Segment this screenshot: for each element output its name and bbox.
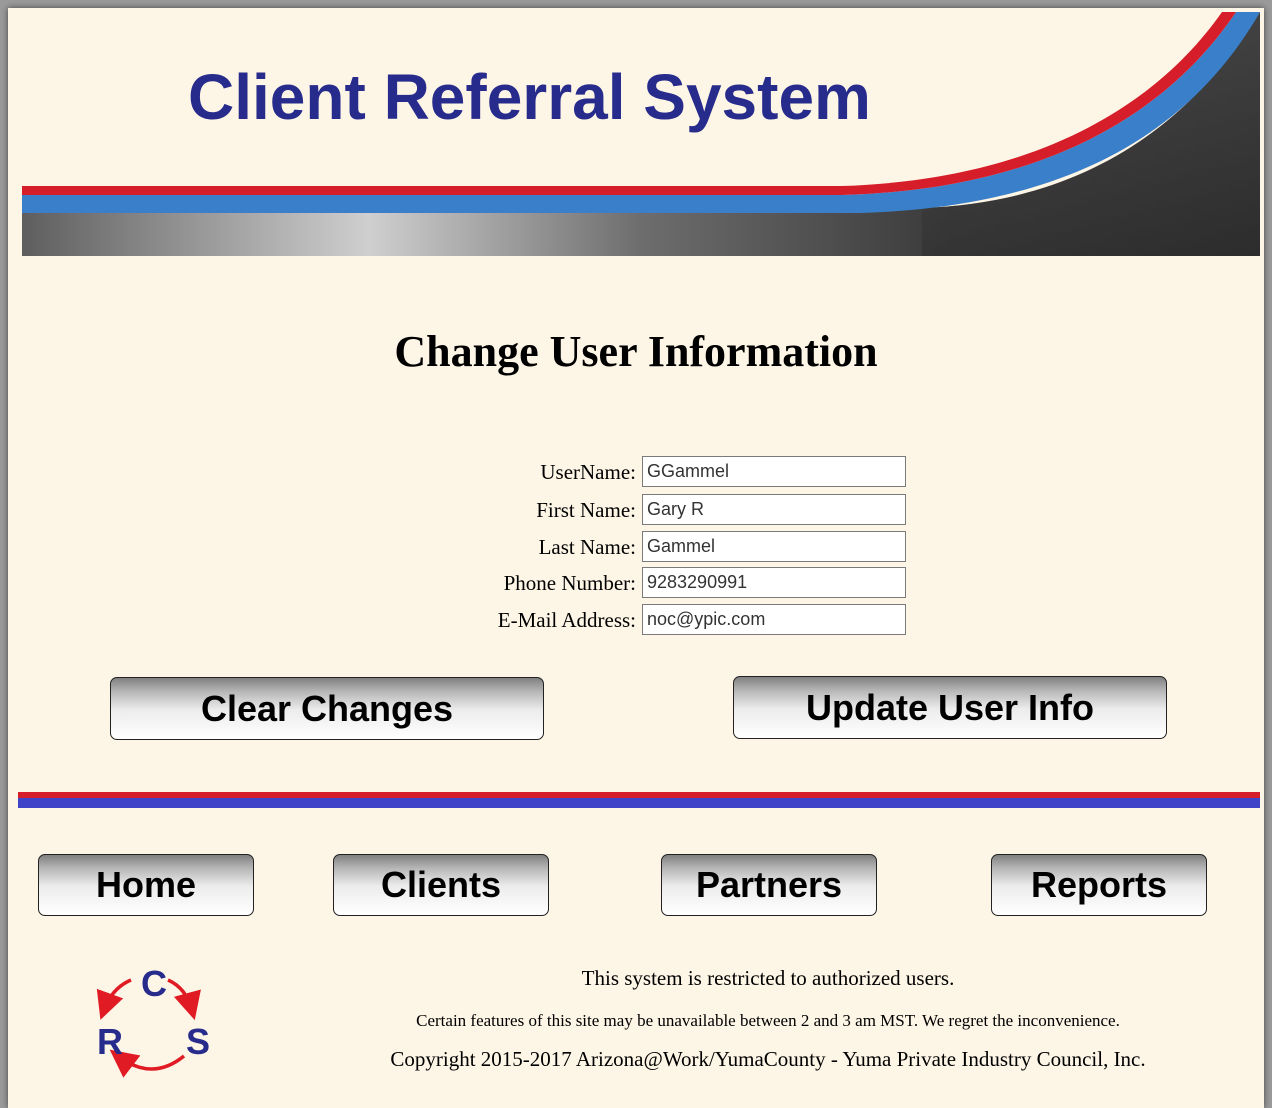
header-banner xyxy=(22,12,1260,256)
app-title: Client Referral System xyxy=(188,61,871,133)
first-name-row: First Name: xyxy=(8,494,1264,526)
footer-maintenance-notice: Certain features of this site may be una… xyxy=(416,1011,1120,1030)
update-user-info-button[interactable]: Update User Info xyxy=(733,676,1167,739)
last-name-label: Last Name: xyxy=(538,535,636,559)
last-name-input[interactable] xyxy=(642,531,906,562)
first-name-input[interactable] xyxy=(642,494,906,525)
email-label: E-Mail Address: xyxy=(497,608,636,632)
email-row: E-Mail Address: xyxy=(8,604,1264,636)
first-name-label: First Name: xyxy=(536,498,636,522)
logo-letter-s: S xyxy=(186,1021,210,1062)
email-input[interactable] xyxy=(642,604,906,635)
logo-letter-c: C xyxy=(141,963,167,1004)
nav-home-button[interactable]: Home xyxy=(38,854,254,916)
footer-copyright: Copyright 2015-2017 Arizona@Work/YumaCou… xyxy=(390,1047,1146,1071)
banner-swoosh-graphic xyxy=(22,12,1260,256)
page-title: Change User Information xyxy=(394,327,878,376)
nav-clients-button[interactable]: Clients xyxy=(333,854,549,916)
clear-changes-button[interactable]: Clear Changes xyxy=(110,677,544,740)
crs-cycle-logo: C R S xyxy=(76,954,226,1078)
username-label: UserName: xyxy=(540,460,636,484)
username-input[interactable] xyxy=(642,456,906,487)
page-frame: Client Referral System Change User Infor… xyxy=(8,8,1264,1108)
last-name-row: Last Name: xyxy=(8,531,1264,563)
crs-logo-icon: C R S xyxy=(96,963,210,1078)
logo-arrow-s-to-r xyxy=(109,1049,186,1078)
username-row: UserName: xyxy=(8,456,1264,488)
phone-number-row: Phone Number: xyxy=(8,567,1264,599)
nav-reports-button[interactable]: Reports xyxy=(991,854,1207,916)
phone-number-label: Phone Number: xyxy=(503,571,636,595)
logo-arrow-c-to-s xyxy=(167,978,201,1021)
nav-partners-button[interactable]: Partners xyxy=(661,854,877,916)
logo-letter-r: R xyxy=(97,1021,123,1062)
section-divider xyxy=(18,792,1260,808)
logo-arrow-c-to-r xyxy=(96,978,132,1020)
phone-number-input[interactable] xyxy=(642,567,906,598)
footer-restricted-notice: This system is restricted to authorized … xyxy=(581,966,955,990)
divider-blue-stripe xyxy=(18,798,1260,808)
